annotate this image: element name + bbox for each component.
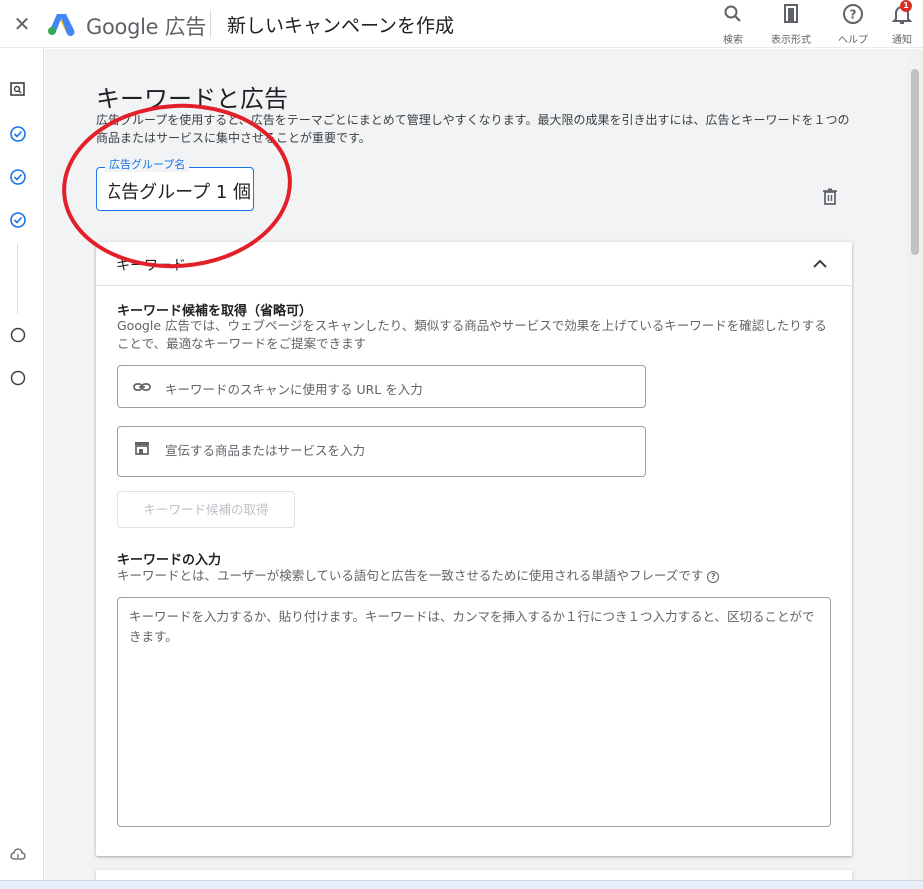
enter-keywords-title: キーワードの入力 (117, 553, 222, 568)
step-rail (0, 49, 44, 889)
keyword-suggestions-description: Google 広告では、ウェブページをスキャンしたり、類似する商品やサービスで効… (117, 318, 827, 351)
check-circle-icon[interactable] (9, 168, 27, 186)
notifications-button[interactable]: 1 通知 (888, 0, 916, 46)
preview-icon[interactable] (9, 80, 27, 98)
keywords-card: キーワード キーワード候補を取得（省略可） Google 広告では、ウェブページ… (96, 242, 852, 856)
page-title: 新しいキャンペーンを作成 (227, 15, 455, 37)
get-keyword-suggestions-button[interactable]: キーワード候補の取得 (117, 491, 295, 528)
url-input[interactable]: キーワードのスキャンに使用する URL を入力 (117, 365, 646, 408)
ad-group-name-value[interactable]: 広告グループ 1 個 (109, 178, 251, 204)
trash-icon[interactable] (820, 186, 840, 206)
divider (210, 10, 211, 38)
rail-connector (17, 244, 18, 314)
product-input-placeholder: 宣伝する商品またはサービスを入力 (165, 443, 366, 458)
scrollbar-thumb[interactable] (911, 69, 919, 255)
section-description: 広告グループを使用すると、広告をテーマごとにまとめて管理しやすくなります。最大限… (96, 113, 850, 145)
url-input-placeholder: キーワードのスキャンに使用する URL を入力 (165, 382, 423, 397)
appearance-button[interactable]: 表示形式 (768, 2, 814, 46)
appearance-icon (784, 4, 798, 23)
google-ads-logo (48, 14, 75, 36)
section-title: キーワードと広告 (96, 85, 288, 113)
os-taskbar (0, 880, 923, 889)
enter-keywords-description: キーワードとは、ユーザーが検索している語句と広告を一致させるために使用される単語… (117, 567, 833, 585)
keywords-card-header[interactable]: キーワード (96, 242, 852, 286)
storefront-icon (135, 442, 149, 455)
help-circle-icon[interactable]: ? (707, 570, 720, 583)
top-app-bar: ✕ Google 広告 新しいキャンペーンを作成 検索 表示形式 ? ヘルプ 1… (0, 0, 923, 48)
notifications-label: 通知 (892, 35, 912, 46)
brand-name: Google 広告 (86, 15, 207, 39)
empty-circle-icon[interactable] (9, 326, 27, 344)
keywords-textarea[interactable]: キーワードを入力するか、貼り付けます。キーワードは、カンマを挿入するか１行につき… (117, 597, 831, 827)
search-label: 検索 (723, 35, 743, 46)
help-button[interactable]: ? ヘルプ (834, 2, 872, 46)
ad-group-name-field[interactable]: 広告グループ 1 個 (96, 167, 254, 211)
empty-circle-icon[interactable] (9, 369, 27, 387)
notification-badge: 1 (900, 0, 912, 12)
check-circle-icon[interactable] (9, 211, 27, 229)
keywords-textarea-placeholder: キーワードを入力するか、貼り付けます。キーワードは、カンマを挿入するか１行につき… (129, 609, 815, 644)
close-icon[interactable]: ✕ (12, 14, 32, 34)
search-icon (724, 5, 741, 22)
product-input[interactable]: 宣伝する商品またはサービスを入力 (117, 426, 646, 477)
svg-text:?: ? (850, 8, 857, 22)
chevron-up-icon[interactable] (808, 252, 832, 276)
check-circle-icon[interactable] (9, 125, 27, 143)
appearance-label: 表示形式 (771, 35, 811, 46)
link-icon (133, 383, 151, 391)
help-label: ヘルプ (838, 35, 868, 46)
search-button[interactable]: 検索 (720, 2, 746, 46)
ad-group-name-label: 広告グループ名 (105, 156, 190, 172)
help-icon: ? (843, 4, 863, 24)
keywords-card-title: キーワード (116, 258, 186, 274)
scrollbar[interactable] (907, 49, 923, 889)
cloud-icon[interactable] (10, 848, 26, 862)
